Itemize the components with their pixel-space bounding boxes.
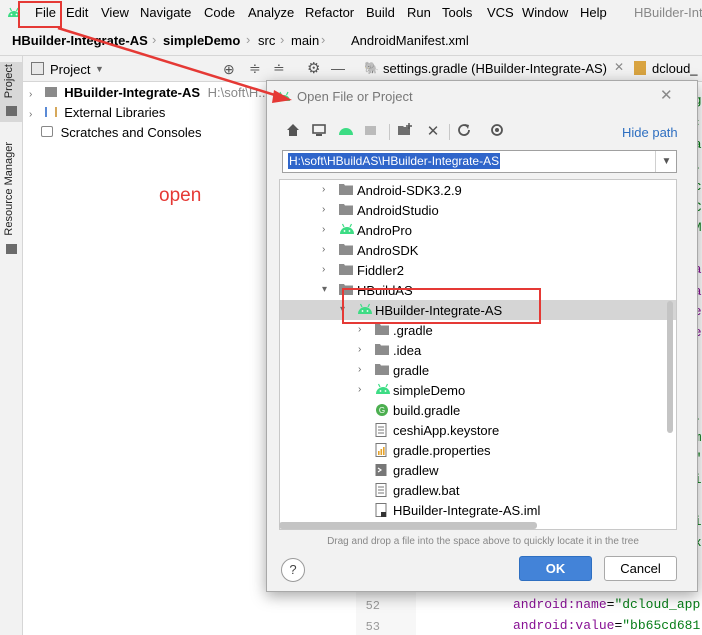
annotation-arrow [57, 26, 292, 103]
